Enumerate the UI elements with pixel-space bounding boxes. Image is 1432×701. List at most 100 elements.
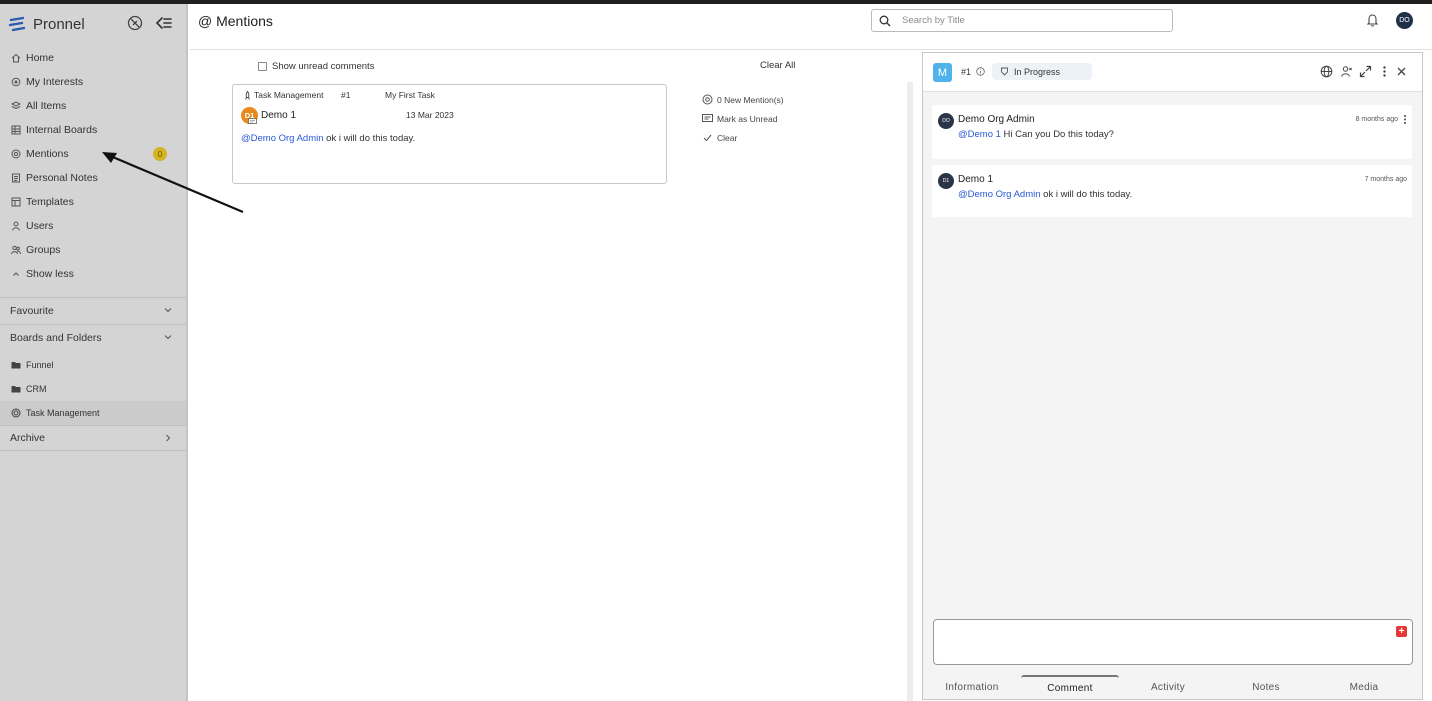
archive-section[interactable]: Archive (0, 425, 186, 451)
nav-item-my-interests[interactable]: My Interests (0, 70, 186, 94)
at-icon (702, 94, 713, 105)
notification-bell-icon[interactable] (1366, 13, 1379, 27)
comment-text: @Demo Org Admin ok i will do this today. (958, 189, 1132, 200)
comment-time: 8 months ago (1355, 116, 1398, 123)
user-icon (11, 221, 21, 231)
info-icon[interactable] (976, 67, 985, 76)
comment-body: Hi Can you Do this today? (1000, 129, 1114, 140)
favourite-section[interactable]: Favourite (0, 297, 186, 323)
mention-link[interactable]: @Demo Org Admin (241, 133, 324, 144)
comment-item: D1 Demo 1 7 months ago @Demo Org Admin o… (932, 165, 1412, 217)
search-icon (879, 15, 891, 27)
status-icon (1000, 67, 1009, 76)
section-label: Boards and Folders (10, 331, 102, 344)
nav-label: Internal Boards (26, 124, 98, 136)
section-label: Archive (10, 432, 46, 444)
clear-label: Clear (717, 132, 738, 143)
tab-activity[interactable]: Activity (1119, 675, 1217, 699)
card-item-title[interactable]: My First Task (385, 90, 435, 100)
clear-button[interactable]: Clear (702, 128, 784, 147)
comment-author: Demo 1 (958, 174, 994, 185)
search-box[interactable] (871, 9, 1173, 32)
clear-all-button[interactable]: Clear All (760, 60, 795, 71)
annotation-arrow (102, 152, 244, 214)
message-icon (702, 113, 713, 124)
chevron-down-icon (164, 308, 172, 313)
unread-checkbox[interactable] (258, 62, 267, 71)
mention-card[interactable]: Task Management #1 My First Task D1 Demo… (232, 84, 667, 184)
comment-item: DO Demo Org Admin 8 months ago @Demo 1 H… (932, 105, 1412, 159)
folder-label: Funnel (26, 360, 54, 370)
more-options-icon[interactable] (1378, 65, 1391, 78)
chevron-up-icon (11, 269, 21, 279)
nav-item-groups[interactable]: Groups (0, 238, 186, 262)
card-board-name: Task Management (254, 90, 324, 100)
nav-item-show-less[interactable]: Show less (0, 262, 186, 286)
user-avatar[interactable]: DO (1396, 12, 1413, 29)
new-mentions-label: 0 New Mention(s) (717, 94, 784, 105)
notes-icon (11, 173, 21, 183)
card-author: Demo 1 (261, 110, 297, 121)
nav-label: All Items (26, 100, 67, 112)
card-item-number: #1 (341, 90, 351, 100)
card-board: Task Management (243, 90, 323, 100)
nav-label: Home (26, 52, 55, 64)
nav-item-all-items[interactable]: All Items (0, 94, 186, 118)
tab-comment[interactable]: Comment (1021, 675, 1119, 699)
close-icon[interactable] (1395, 65, 1408, 78)
interests-icon (11, 77, 21, 87)
mention-link[interactable]: @Demo 1 (958, 129, 1001, 140)
comment-input[interactable] (940, 624, 1380, 660)
pin-off-icon[interactable] (127, 15, 143, 31)
nav-label: Groups (26, 244, 61, 256)
card-message: @Demo Org Admin ok i will do this today. (241, 133, 415, 144)
search-input[interactable] (902, 12, 1162, 29)
nav-label: Mentions (26, 148, 69, 160)
nav-label: My Interests (26, 76, 84, 88)
nav-label: Show less (26, 268, 74, 280)
tab-notes[interactable]: Notes (1217, 675, 1315, 699)
mark-as-unread-button[interactable]: Mark as Unread (702, 109, 784, 128)
comment-avatar: D1 (938, 173, 954, 189)
comment-menu-icon[interactable] (1403, 114, 1407, 125)
app-name: Pronnel (33, 16, 85, 33)
collapse-sidebar-icon[interactable] (155, 14, 173, 32)
list-scrollbar[interactable] (907, 82, 913, 701)
show-unread-toggle[interactable]: Show unread comments (258, 61, 374, 72)
add-attachment-icon[interactable]: + (1396, 626, 1407, 637)
globe-icon[interactable] (1320, 65, 1333, 78)
board-task-management[interactable]: Task Management (0, 401, 186, 425)
tab-media[interactable]: Media (1315, 675, 1413, 699)
tab-information[interactable]: Information (923, 675, 1021, 699)
comment-icon (248, 118, 257, 124)
sidebar: Pronnel Home My Interests All Items Inte… (0, 4, 188, 701)
card-message-text: ok i will do this today. (323, 133, 416, 144)
status-chip[interactable]: In Progress (992, 63, 1092, 80)
chevron-right-icon (166, 434, 171, 442)
folder-label: CRM (26, 384, 47, 394)
expand-icon[interactable] (1359, 65, 1372, 78)
item-number: #1 (961, 67, 972, 77)
nav-item-internal-boards[interactable]: Internal Boards (0, 118, 186, 142)
panel-tabs: Information Comment Activity Notes Media (923, 675, 1422, 699)
assign-user-icon[interactable] (1340, 65, 1353, 78)
groups-icon (11, 245, 21, 255)
mark-as-unread-label: Mark as Unread (717, 113, 778, 124)
comment-body: ok i will do this today. (1040, 189, 1133, 200)
mention-link[interactable]: @Demo Org Admin (958, 189, 1041, 200)
boards-icon (11, 125, 21, 135)
card-date: 13 Mar 2023 (406, 110, 454, 120)
templates-icon (11, 197, 21, 207)
section-label: Favourite (10, 304, 54, 317)
comment-text: @Demo 1 Hi Can you Do this today? (958, 129, 1114, 140)
nav-item-home[interactable]: Home (0, 46, 186, 70)
boards-and-folders-section[interactable]: Boards and Folders (0, 324, 186, 350)
comment-composer[interactable]: + (933, 619, 1413, 665)
board-badge: M (933, 63, 952, 82)
pronnel-logo-icon (8, 16, 26, 32)
show-unread-label: Show unread comments (272, 61, 375, 72)
brand: Pronnel (8, 14, 183, 36)
folder-funnel[interactable]: Funnel (0, 353, 186, 377)
folder-crm[interactable]: CRM (0, 377, 186, 401)
item-detail-panel: M #1 In Progress DO Demo Org Admin 8 mon… (922, 52, 1423, 700)
